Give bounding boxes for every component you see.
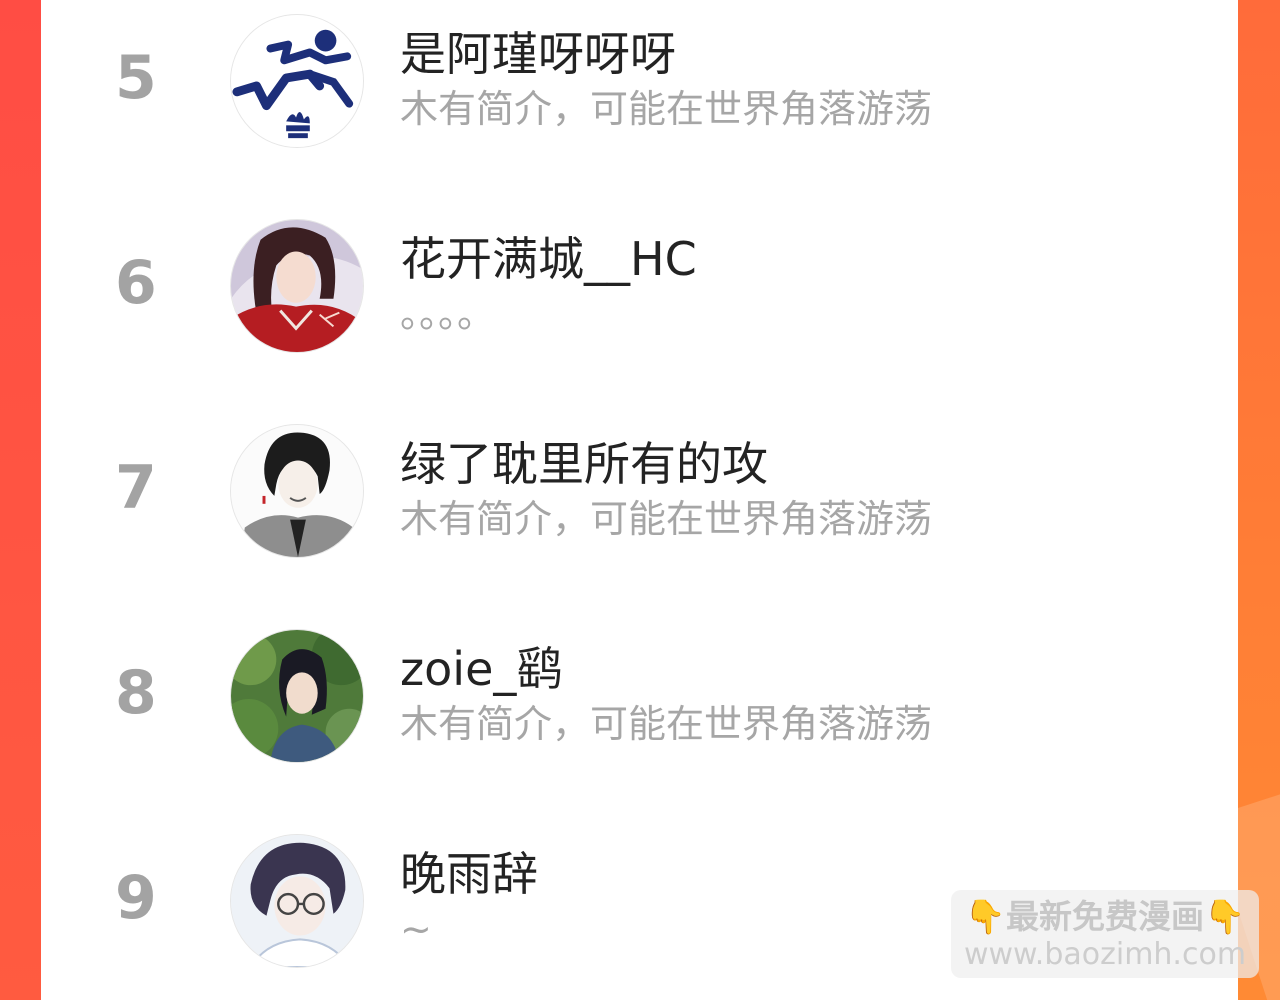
user-name[interactable]: 晚雨辞 bbox=[400, 844, 538, 904]
right-orange-border bbox=[1238, 0, 1280, 1000]
running-athlete-logo-icon[interactable] bbox=[230, 14, 364, 148]
ranking-row[interactable]: 8 zoie_鹞 木有简介，可能在世界角落游荡 bbox=[41, 623, 1238, 763]
left-orange-border bbox=[0, 0, 41, 1000]
user-bio: 木有简介，可能在世界角落游荡 bbox=[400, 87, 933, 131]
site-watermark: 👇最新免费漫画👇 www.baozimh.com bbox=[951, 890, 1259, 978]
ranking-row[interactable]: 5 是阿瑾呀呀呀 木有简介，可能在世界角落游荡 bbox=[41, 8, 1238, 148]
cosplay-portrait-photo-icon[interactable] bbox=[230, 629, 364, 763]
rank-number: 6 bbox=[115, 248, 157, 318]
user-name[interactable]: 花开满城__HC bbox=[400, 229, 697, 289]
user-bio: 。。。。 bbox=[400, 292, 496, 336]
watermark-title: 👇最新免费漫画👇 bbox=[951, 896, 1259, 938]
rank-number: 8 bbox=[115, 658, 157, 728]
pointing-down-icon: 👇 bbox=[964, 897, 1006, 936]
pointing-down-icon: 👇 bbox=[1204, 897, 1246, 936]
ranking-row[interactable]: 6 花开满城__HC 。。。。 bbox=[41, 213, 1238, 353]
user-name[interactable]: 绿了耽里所有的攻 bbox=[400, 434, 768, 494]
ranking-list-panel: 5 是阿瑾呀呀呀 木有简介，可能在世界角落游荡 6 花开满城__HC 。。。。 … bbox=[41, 0, 1238, 1000]
rank-number: 7 bbox=[115, 453, 157, 523]
user-bio: 木有简介，可能在世界角落游荡 bbox=[400, 497, 933, 541]
user-name[interactable]: zoie_鹞 bbox=[400, 639, 562, 699]
anime-dark-hair-sketch-icon[interactable] bbox=[230, 424, 364, 558]
anime-red-robe-portrait-icon[interactable] bbox=[230, 219, 364, 353]
rank-number: 5 bbox=[115, 43, 157, 113]
watermark-text: 最新免费漫画 bbox=[1006, 897, 1204, 936]
user-name[interactable]: 是阿瑾呀呀呀 bbox=[400, 24, 676, 84]
user-bio: 木有简介，可能在世界角落游荡 bbox=[400, 702, 933, 746]
ranking-row[interactable]: 7 绿了耽里所有的攻 木有简介，可能在世界角落游荡 bbox=[41, 418, 1238, 558]
anime-glasses-portrait-icon[interactable] bbox=[230, 834, 364, 968]
rank-number: 9 bbox=[115, 863, 157, 933]
watermark-url: www.baozimh.com bbox=[963, 937, 1247, 972]
user-bio: ~ bbox=[400, 907, 432, 951]
